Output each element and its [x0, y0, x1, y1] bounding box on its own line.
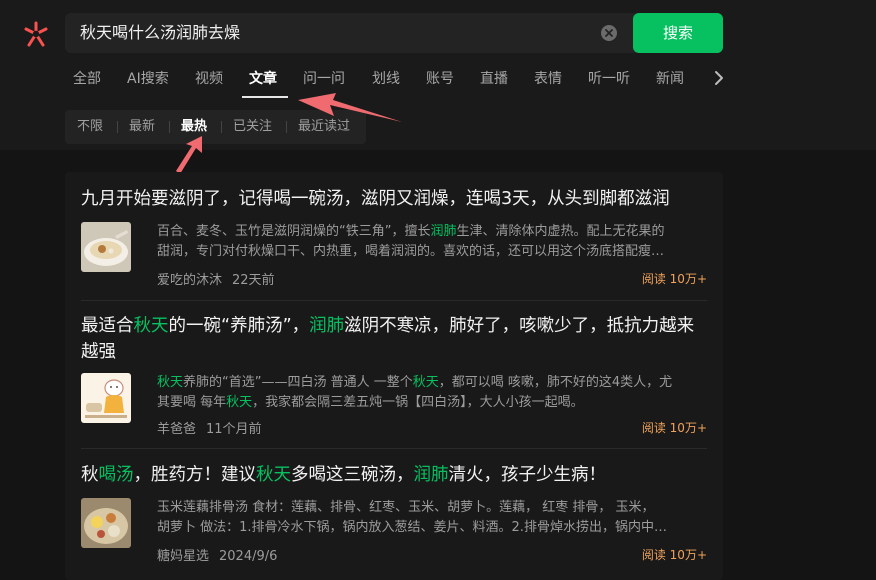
search-input[interactable]: 秋天喝什么汤润肺去燥 [80, 13, 240, 53]
tab-ask[interactable]: 问一问 [303, 60, 345, 98]
result-item-2[interactable]: 最适合秋天的一碗“养肺汤”，润肺滋阴不寒凉，肺好了，咳嗽少了，抵抗力越来 越强 … [81, 313, 707, 443]
divider [81, 300, 707, 301]
category-tabs: 全部 AI搜索 视频 文章 问一问 划线 账号 直播 表情 听一听 新闻 [70, 60, 870, 100]
result-meta: 爱吃的沐沐 22天前 [157, 269, 275, 288]
result-title[interactable]: 九月开始要滋阴了，记得喝一碗汤，滋阴又润燥，连喝3天，从头到脚都滋润 [81, 186, 707, 212]
divider [81, 448, 707, 449]
divider [221, 121, 222, 133]
tab-video[interactable]: 视频 [195, 60, 223, 98]
author-name[interactable]: 糖妈星选 [157, 549, 209, 564]
divider [117, 121, 118, 133]
result-thumbnail [81, 498, 131, 548]
filter-followed[interactable]: 已关注 [233, 110, 272, 144]
sort-filters: 不限 最新 最热 已关注 最近读过 [65, 110, 366, 144]
read-count: 阅读 10万+ [641, 548, 707, 562]
divider [286, 121, 287, 133]
wechat-search-logo-icon[interactable] [22, 20, 50, 48]
tab-account[interactable]: 账号 [426, 60, 454, 98]
publish-date: 11个月前 [206, 422, 262, 437]
result-thumbnail [81, 222, 131, 272]
result-title[interactable]: 最适合秋天的一碗“养肺汤”，润肺滋阴不寒凉，肺好了，咳嗽少了，抵抗力越来 越强 [81, 313, 707, 365]
publish-date: 2024/9/6 [219, 549, 278, 564]
tab-ai-search[interactable]: AI搜索 [127, 60, 169, 98]
result-summary: 秋天养肺的“首选”——四白汤 普通人 一整个秋天，都可以喝 咳嗽，肺不好的这4类… [157, 375, 673, 410]
result-summary: 百合、麦冬、玉竹是滋阴润燥的“铁三角”，擅长润肺生津、清除体内虚热。配上无花果的… [157, 224, 665, 259]
tab-all[interactable]: 全部 [73, 60, 101, 98]
result-item-3[interactable]: 秋喝汤，胜药方！建议秋天多喝这三碗汤，润肺清火，孩子少生病！ 玉米莲藕排骨汤 食… [81, 462, 707, 572]
result-meta: 羊爸爸 11个月前 [157, 418, 262, 437]
result-thumbnail [81, 373, 131, 423]
search-button[interactable]: 搜索 [633, 13, 723, 53]
read-count: 阅读 10万+ [641, 421, 707, 435]
result-item-1[interactable]: 九月开始要滋阴了，记得喝一碗汤，滋阴又润燥，连喝3天，从头到脚都滋润 百合、麦冬… [81, 186, 707, 296]
filter-recently-read[interactable]: 最近读过 [298, 110, 350, 144]
filter-hottest[interactable]: 最热 [181, 110, 207, 144]
tab-news[interactable]: 新闻 [656, 60, 684, 98]
read-count: 阅读 10万+ [641, 272, 707, 286]
result-title[interactable]: 秋喝汤，胜药方！建议秋天多喝这三碗汤，润肺清火，孩子少生病！ [81, 462, 707, 488]
publish-date: 22天前 [232, 273, 275, 288]
author-name[interactable]: 爱吃的沐沐 [157, 273, 222, 288]
active-tab-underline [242, 96, 288, 98]
tab-sticker[interactable]: 表情 [534, 60, 562, 98]
tab-live[interactable]: 直播 [480, 60, 508, 98]
tab-article[interactable]: 文章 [249, 60, 277, 98]
clear-icon[interactable] [601, 25, 617, 41]
divider [169, 121, 170, 133]
chevron-right-icon[interactable] [712, 68, 726, 88]
tab-highlight[interactable]: 划线 [372, 60, 400, 98]
result-summary: 玉米莲藕排骨汤 食材：莲藕、排骨、红枣、玉米、胡萝卜。莲藕， 红枣 排骨， 玉米… [157, 500, 667, 535]
result-meta: 糖妈星选 2024/9/6 [157, 545, 277, 564]
results-list: 九月开始要滋阴了，记得喝一碗汤，滋阴又润燥，连喝3天，从头到脚都滋润 百合、麦冬… [65, 172, 723, 580]
tab-listen[interactable]: 听一听 [588, 60, 630, 98]
filter-latest[interactable]: 最新 [129, 110, 155, 144]
search-box[interactable]: 秋天喝什么汤润肺去燥 搜索 [65, 13, 723, 53]
author-name[interactable]: 羊爸爸 [157, 422, 196, 437]
filter-any[interactable]: 不限 [77, 110, 103, 144]
header: 秋天喝什么汤润肺去燥 搜索 全部 AI搜索 视频 文章 问一问 划线 账号 直播… [0, 0, 876, 150]
